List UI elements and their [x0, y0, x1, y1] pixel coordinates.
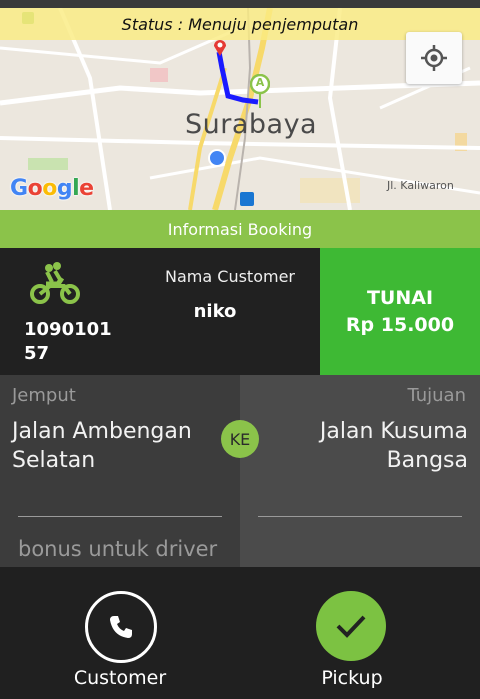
map-street-label: Jl. Kaliwaron	[387, 179, 454, 192]
payment-box: TUNAI Rp 15.000	[320, 248, 480, 375]
bus-stop-icon	[240, 192, 254, 206]
pickup-panel: Jemput Jalan Ambengan Selatan bonus untu…	[0, 375, 240, 567]
google-logo-letter: G	[10, 176, 28, 201]
google-logo-letter: e	[79, 176, 94, 201]
google-logo-letter: g	[56, 176, 73, 201]
route-connector-badge: KE	[221, 420, 259, 458]
destination-address: Jalan Kusuma Bangsa	[319, 419, 468, 473]
checkmark-icon	[336, 615, 366, 638]
bonus-input[interactable]: bonus untuk driver	[18, 537, 217, 561]
payment-amount: Rp 15.000	[345, 313, 455, 336]
customer-name-label: Nama Customer	[165, 267, 295, 286]
google-logo-letter: o	[27, 176, 43, 201]
action-bar: Customer Pickup	[0, 567, 480, 699]
location-target-icon	[421, 45, 447, 71]
pickup-marker-icon: A	[250, 74, 270, 110]
booking-summary: 109010157 Nama Customer niko TUNAI Rp 15…	[0, 248, 480, 375]
google-logo-letter: o	[42, 176, 57, 201]
pickup-button[interactable]	[316, 591, 386, 661]
pickup-marker-label: A	[255, 76, 265, 89]
call-customer-button[interactable]	[85, 591, 157, 663]
google-logo: Google	[10, 176, 94, 201]
destination-divider	[258, 516, 462, 517]
motorbike-icon	[28, 262, 80, 308]
destination-label: Tujuan	[407, 385, 466, 406]
destination-panel: Tujuan Jalan Kusuma Bangsa	[240, 375, 480, 567]
map-city-label: Surabaya	[185, 109, 318, 140]
order-id: 109010157	[24, 319, 112, 364]
my-location-button[interactable]	[406, 32, 462, 84]
customer-name: niko	[193, 301, 237, 322]
payment-method: TUNAI	[366, 286, 434, 309]
call-customer-label[interactable]: Customer	[60, 667, 180, 689]
booking-info-header: Informasi Booking	[0, 210, 480, 248]
pickup-label: Jemput	[12, 385, 76, 406]
system-status-bar	[0, 0, 480, 8]
pickup-label[interactable]: Pickup	[292, 667, 412, 689]
destination-pin-icon	[210, 38, 230, 58]
phone-icon	[110, 616, 132, 638]
pickup-divider	[18, 516, 222, 517]
pickup-address: Jalan Ambengan Selatan	[12, 419, 192, 473]
